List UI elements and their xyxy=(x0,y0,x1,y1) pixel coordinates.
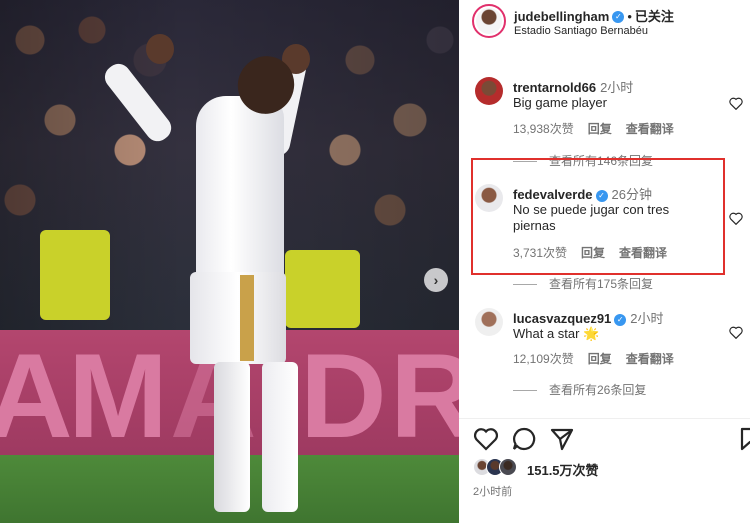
board-letter: R xyxy=(390,329,459,463)
post-header: judebellingham ✓ • 已关注 Estadio Santiago Ber… xyxy=(459,0,750,44)
view-replies-button[interactable]: 查看所有26条回复 xyxy=(513,381,646,398)
post-timestamp: 2小时前 xyxy=(473,486,513,498)
translate-button[interactable]: 查看翻译 xyxy=(626,352,674,366)
steward xyxy=(40,230,110,320)
commenter-avatar[interactable] xyxy=(473,306,505,338)
comment-time: 2小时 xyxy=(630,311,664,326)
board-letter: A xyxy=(0,329,73,463)
share-icon[interactable] xyxy=(549,426,575,452)
commenter-avatar[interactable] xyxy=(473,75,505,107)
translate-button[interactable]: 查看翻译 xyxy=(626,122,674,136)
comments-panel: judebellingham ✓ • 已关注 Estadio Santiago Ber… xyxy=(459,0,750,523)
board-letter: D xyxy=(300,329,387,463)
heart-icon[interactable] xyxy=(729,97,743,110)
view-replies-button[interactable]: 查看所有175条回复 xyxy=(513,275,653,292)
comment-time: 26分钟 xyxy=(611,187,652,202)
comment-likes[interactable]: 3,731次赞 xyxy=(513,246,567,260)
heart-icon[interactable] xyxy=(729,326,743,339)
reply-button[interactable]: 回复 xyxy=(581,246,605,260)
next-photo-button[interactable]: › xyxy=(424,268,448,292)
board-letter: M xyxy=(68,329,168,463)
comment-likes[interactable]: 13,938次赞 xyxy=(513,122,574,136)
view-replies-button[interactable]: 查看所有146条回复 xyxy=(513,152,653,169)
verified-icon: ✓ xyxy=(595,189,608,202)
post-location[interactable]: Estadio Santiago Bernabéu xyxy=(514,25,648,37)
comment-username[interactable]: fedevalverde xyxy=(513,187,593,202)
liker-avatar xyxy=(499,458,517,476)
reply-button[interactable]: 回复 xyxy=(588,352,612,366)
chevron-right-icon: › xyxy=(433,272,439,288)
comment-text: Big game player xyxy=(513,95,607,110)
author-avatar[interactable] xyxy=(472,4,506,38)
comment-likes[interactable]: 12,109次赞 xyxy=(513,352,574,366)
author-username[interactable]: judebellingham xyxy=(514,9,609,24)
translate-button[interactable]: 查看翻译 xyxy=(619,246,667,260)
player xyxy=(196,96,284,286)
post-photo: A M A D R › xyxy=(0,0,459,523)
heart-icon[interactable] xyxy=(473,426,499,452)
reply-button[interactable]: 回复 xyxy=(588,122,612,136)
comment-username[interactable]: lucasvazquez91 xyxy=(513,311,611,326)
comment-text: What a star 🌟 xyxy=(513,326,600,341)
comment-username[interactable]: trentarnold66 xyxy=(513,80,596,95)
comment-time: 2小时 xyxy=(600,80,634,95)
bookmark-icon[interactable] xyxy=(737,426,750,452)
verified-icon: ✓ xyxy=(612,10,625,23)
divider xyxy=(459,418,750,419)
commenter-avatar[interactable] xyxy=(473,182,505,214)
steward xyxy=(285,250,360,328)
comment-text: No se puede jugar con tres piernas xyxy=(513,202,670,233)
post-actions xyxy=(459,426,750,456)
verified-icon: ✓ xyxy=(614,313,627,326)
heart-icon[interactable] xyxy=(729,212,743,225)
comment-icon[interactable] xyxy=(511,426,537,452)
likes-count: 151.5万次赞 xyxy=(527,463,599,478)
star-emoji: 🌟 xyxy=(583,326,600,341)
following-button[interactable]: 已关注 xyxy=(635,9,674,24)
